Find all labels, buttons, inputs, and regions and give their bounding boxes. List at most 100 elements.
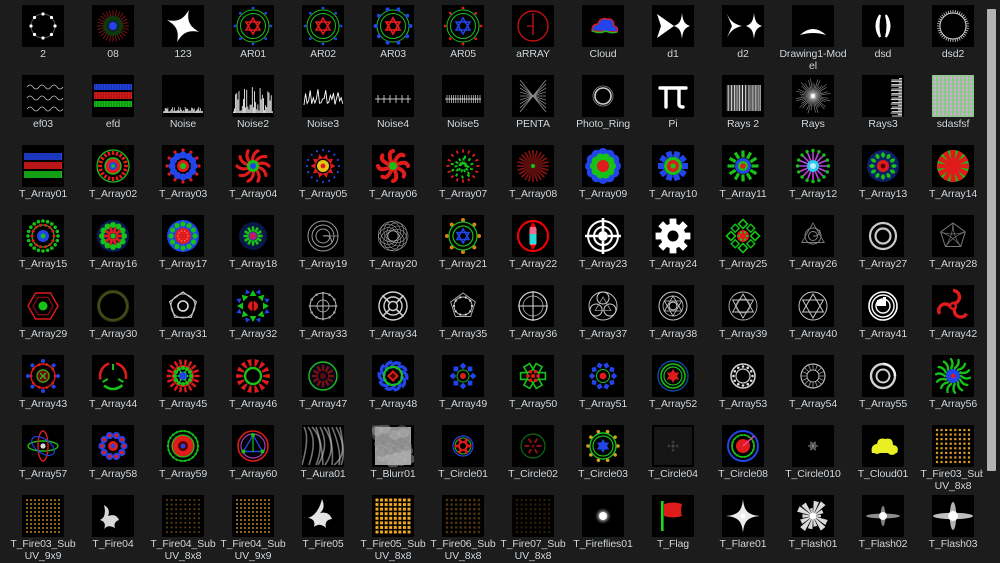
asset-item[interactable]: T_Array46 [218,353,288,423]
green-red-ring-disc-icon[interactable] [162,425,204,467]
asset-item[interactable]: T_Array22 [498,213,568,283]
small-green-gear-icon[interactable] [232,215,274,257]
asset-item[interactable]: 2 [8,3,78,73]
yellow-red-starburst-icon[interactable] [302,145,344,187]
green-vine-ring-icon[interactable] [862,145,904,187]
green-core-red-spikes-icon[interactable] [162,355,204,397]
asset-item[interactable]: T_Array52 [638,353,708,423]
asset-item[interactable]: T_Array02 [78,143,148,213]
red-flag-icon[interactable] [652,495,694,537]
white-crosshair-target-icon[interactable] [582,215,624,257]
blue-green-red-bloom-icon[interactable] [582,145,624,187]
asset-item[interactable]: Noise5 [428,73,498,143]
faint-orange-grid-8x8-icon[interactable] [162,495,204,537]
double-sparkle-icon[interactable] [722,5,764,47]
white-flame-splash-icon[interactable] [302,495,344,537]
asset-item[interactable]: T_Array60 [218,423,288,493]
white-arc-icon[interactable] [792,5,834,47]
asset-item[interactable]: AR02 [288,3,358,73]
dark-green-red-circle-icon[interactable] [512,425,554,467]
vertical-scrollbar-track[interactable] [983,0,1000,563]
asset-item[interactable]: 123 [148,3,218,73]
double-bracket-icon[interactable] [862,5,904,47]
asset-item[interactable]: T_Array25 [708,213,778,283]
asset-item[interactable]: T_Array24 [638,213,708,283]
dotted-ring-icon[interactable] [22,5,64,47]
red-biohazard-icon[interactable] [932,285,974,327]
asset-item[interactable]: T_Array55 [848,353,918,423]
green-circle-dark-red-icon[interactable] [302,355,344,397]
asset-item[interactable]: T_Array15 [8,213,78,283]
bowtie-sparkle-icon[interactable] [652,5,694,47]
low-noise-icon[interactable] [162,75,204,117]
red-green-arc-triad-icon[interactable] [92,355,134,397]
asset-item[interactable]: d2 [708,3,778,73]
dim-orange-grid-8x8-icon[interactable] [442,495,484,537]
red-circle-line-icon[interactable] [512,5,554,47]
asset-item[interactable]: T_Array20 [358,213,428,283]
white-flame-glyph-icon[interactable] [92,495,134,537]
asset-item[interactable]: T_Array43 [8,353,78,423]
asset-item[interactable]: T_Array32 [218,283,288,353]
gray-thick-ring-icon[interactable] [862,355,904,397]
asset-item[interactable]: T_Circle010 [778,423,848,493]
red-green-mandala-icon[interactable] [92,145,134,187]
asset-item[interactable]: T_Array23 [568,213,638,283]
asset-item[interactable]: T_Array12 [778,143,848,213]
orange-dot-grid-9x9-icon[interactable] [22,495,64,537]
yellow-cloud-icon[interactable] [862,425,904,467]
asset-item[interactable]: T_Array04 [218,143,288,213]
asset-item[interactable]: T_Array41 [848,283,918,353]
asset-item[interactable]: T_Array36 [498,283,568,353]
asset-item[interactable]: T_Array34 [358,283,428,353]
red-green-pinwheel-icon[interactable] [932,145,974,187]
asset-item[interactable]: Noise4 [358,73,428,143]
orange-dot-grid-9x9-icon[interactable] [232,495,274,537]
asset-item[interactable]: T_Array48 [358,353,428,423]
asset-item[interactable]: T_Array39 [708,283,778,353]
white-gear-icon[interactable] [652,215,694,257]
asset-item[interactable]: T_Array42 [918,283,988,353]
gray-spoke-target-icon[interactable] [372,285,414,327]
asset-item[interactable]: T_Circle03 [568,423,638,493]
blue-hexagram-rings-icon[interactable] [442,5,484,47]
spiky-noise-icon[interactable] [232,75,274,117]
asset-item[interactable]: T_Array51 [568,353,638,423]
asset-item[interactable]: T_Blurr01 [358,423,428,493]
asset-item[interactable]: T_Array27 [848,213,918,283]
asset-item[interactable]: T_Array31 [148,283,218,353]
asset-item[interactable]: T_Array11 [708,143,778,213]
asset-item[interactable]: T_Circle08 [708,423,778,493]
gray-pentagon-swirl-icon[interactable] [932,215,974,257]
asset-thumbnail-grid[interactable]: 2 08 123 AR01 AR02 AR03 AR05 aRRAY Cloud d1 d2 Draw… [0,0,986,563]
red-flower-pinwheel-icon[interactable] [372,145,414,187]
green-dot-ring-icon[interactable] [22,215,64,257]
asset-item[interactable]: Pi [638,73,708,143]
asset-item[interactable]: T_Array14 [918,143,988,213]
bright-orange-grid-8x8-icon[interactable] [372,495,414,537]
asset-item[interactable]: T_Array10 [638,143,708,213]
green-blue-petal-star-icon[interactable] [232,285,274,327]
asset-item[interactable]: T_Array01 [8,143,78,213]
asset-item[interactable]: T_Fire03_SubUV_8x8 [918,423,988,493]
asset-item[interactable]: T_Flash03 [918,493,988,563]
asset-item[interactable]: T_Array33 [288,283,358,353]
line-noise-icon[interactable] [302,75,344,117]
blue-green-gear-disc-icon[interactable] [652,145,694,187]
radial-burst-icon[interactable] [792,75,834,117]
asset-item[interactable]: T_Array40 [778,283,848,353]
dense-tick-noise-icon[interactable] [442,75,484,117]
asset-item[interactable]: T_Array28 [918,213,988,283]
starburst-flash-icon[interactable] [792,495,834,537]
green-cube-cluster-icon[interactable] [512,355,554,397]
gray-hexagram-sigil-icon[interactable] [722,285,764,327]
pentagon-mesh-icon[interactable] [512,75,554,117]
asset-item[interactable]: T_Array58 [78,423,148,493]
asset-item[interactable]: T_Array17 [148,213,218,283]
dark-red-spiked-disc-icon[interactable] [512,145,554,187]
gray-triangle-swirl-icon[interactable] [792,215,834,257]
white-aura-veins-icon[interactable] [302,425,344,467]
blue-hexagram-gold-ring-icon[interactable] [582,425,624,467]
gray-interlace-circle-icon[interactable] [372,215,414,257]
asset-item[interactable]: T_Array05 [288,143,358,213]
